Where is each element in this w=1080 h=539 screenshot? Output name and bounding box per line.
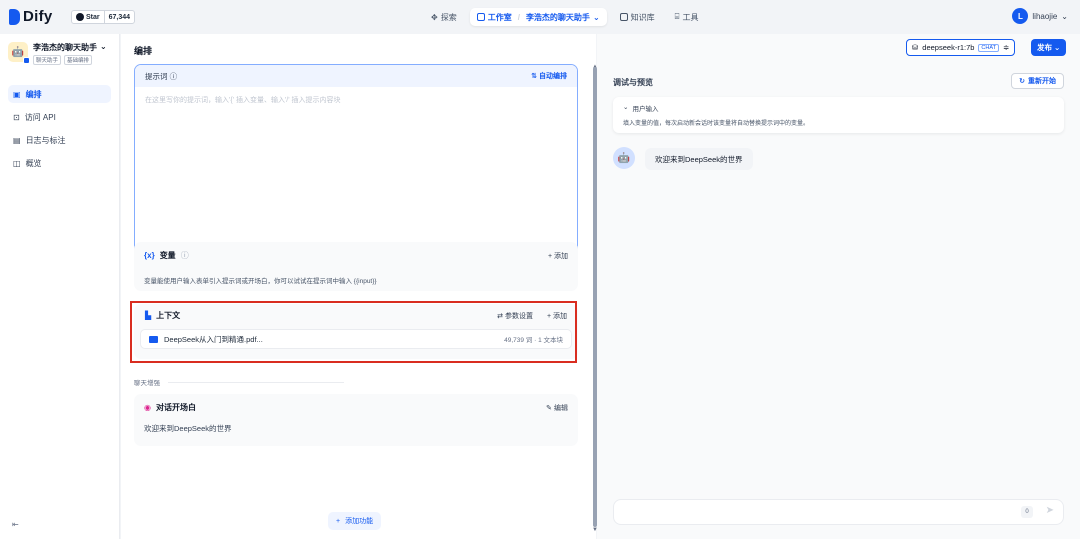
dashboard-icon: ◫ — [13, 158, 21, 168]
refresh-icon: ↻ — [1019, 78, 1025, 85]
sidebar-menu: ▣ 编排 ⊡ 访问 API ▤ 日志与标注 ◫ 概览 — [0, 85, 119, 172]
app-mode-tag: 基础编排 — [64, 55, 93, 65]
send-icon[interactable]: ➤ — [1046, 505, 1054, 516]
user-name: lihaojie — [1032, 11, 1058, 21]
nav-studio[interactable]: 工作室 / 李浩杰的聊天助手 ⌄ — [469, 8, 607, 26]
terminal-icon: ⊡ — [13, 112, 20, 122]
sidebar-item-overview[interactable]: ◫ 概览 — [8, 154, 111, 172]
divider — [168, 381, 344, 383]
bot-avatar: 🤖 — [613, 147, 635, 169]
pencil-icon: ✎ — [546, 404, 553, 412]
github-icon — [76, 13, 84, 21]
book-icon — [619, 13, 628, 21]
robot-model-icon: ⛁ — [912, 43, 919, 52]
github-star-button[interactable]: Star 67,344 — [71, 10, 136, 24]
opener-title: 对话开场白 — [155, 403, 196, 412]
prompt-label: 提示词 — [145, 71, 168, 81]
input-char-count: 0 — [1021, 506, 1033, 518]
breadcrumb-separator: / — [517, 12, 520, 22]
chat-badge-icon — [23, 57, 30, 64]
nav-tools[interactable]: ⌸ 工具 — [668, 8, 706, 26]
edit-opener-button[interactable]: ✎ 编辑 — [546, 403, 568, 413]
variables-panel: {x} 变量 ⓘ + 添加 变量能使用户输入表单引入提示词或开场白，你可以试试在提示… — [134, 242, 578, 291]
chevron-down-icon: ⌄ — [100, 42, 107, 51]
orchestrate-icon: ▣ — [13, 89, 21, 99]
sidebar: 🤖 李浩杰的聊天助手 ⌄ 聊天助手 基础编排 ▣ 编排 ⊡ 访问 API ▤ 日志… — [0, 34, 120, 539]
page-title: 编排 — [134, 46, 153, 56]
chat-mode-badge: CHAT — [978, 43, 999, 52]
add-feature-button[interactable]: + 添加功能 — [328, 512, 382, 530]
opener-panel: ◉ 对话开场白 ✎ 编辑 欢迎来到DeepSeek的世界 — [134, 394, 578, 446]
app-type-tag: 聊天助手 — [33, 55, 62, 65]
user-input-description: 填入变量的值，每次启动新会话时该变量将自动替换提示词中的变量。 — [623, 121, 810, 127]
chat-input[interactable]: 0 ➤ — [613, 499, 1064, 525]
publish-button[interactable]: 发布 ⌄ — [1031, 39, 1067, 56]
sidebar-item-logs[interactable]: ▤ 日志与标注 — [8, 131, 111, 149]
prompt-editor[interactable]: 提示词 ⓘ ⇅ 自动编排 在这里写你的提示词，输入'{' 插入变量、输入'/' … — [134, 64, 578, 264]
user-input-title: 用户输入 — [632, 106, 659, 113]
dify-logo[interactable]: Dify — [9, 8, 53, 25]
robot-app-icon: 🤖 — [8, 42, 30, 64]
logo-mark-icon — [9, 8, 20, 25]
sidebar-item-orchestrate[interactable]: ▣ 编排 — [8, 85, 111, 103]
toolbox-icon: ⌸ — [674, 12, 680, 21]
app-header[interactable]: 🤖 李浩杰的聊天助手 ⌄ 聊天助手 基础编排 — [0, 34, 119, 65]
variables-title: 变量 — [159, 251, 176, 260]
chat-bubble-icon: ◉ — [144, 403, 151, 412]
chevron-down-icon: ⌄ — [1054, 43, 1061, 52]
avatar: L — [1012, 8, 1029, 24]
prompt-placeholder[interactable]: 在这里写你的提示词，输入'{' 插入变量、输入'/' 插入提示内容块 — [135, 87, 577, 113]
orchestrate-panel: 编排 提示词 ⓘ ⇅ 自动编排 在这里写你的提示词，输入'{' 插入变量、输入'… — [121, 34, 598, 539]
sparkle-icon: ⇅ — [531, 73, 538, 80]
help-icon[interactable]: ⓘ — [170, 72, 178, 81]
chevron-down-icon[interactable]: ⌄ — [623, 103, 628, 113]
app-name: 李浩杰的聊天助手 — [33, 43, 97, 52]
auto-orchestrate-button[interactable]: ⇅ 自动编排 — [531, 71, 567, 81]
top-bar: Dify Star 67,344 ✥ 探索 工作室 / 李浩杰的聊天助手 ⌄ 知… — [0, 0, 1080, 34]
chevron-down-icon: ⌄ — [592, 12, 600, 22]
main-nav: ✥ 探索 工作室 / 李浩杰的聊天助手 ⌄ 知识库 ⌸ 工具 — [424, 8, 705, 26]
user-input-panel: ⌄ 用户输入 填入变量的值，每次启动新会话时该变量将自动替换提示词中的变量。 — [613, 97, 1064, 133]
plus-icon: + — [336, 517, 341, 525]
collapse-sidebar-icon[interactable]: ⇤ — [12, 520, 19, 529]
settings-sliders-icon: ≑ — [1003, 43, 1010, 52]
studio-icon — [476, 13, 485, 21]
preview-title: 调试与预览 — [613, 78, 653, 87]
sidebar-item-api[interactable]: ⊡ 访问 API — [8, 108, 111, 126]
variable-icon: {x} — [144, 251, 155, 260]
opener-text: 欢迎来到DeepSeek的世界 — [144, 424, 232, 433]
model-selector[interactable]: ⛁ deepseek-r1:7b CHAT ≑ — [906, 39, 1016, 56]
highlight-frame — [130, 301, 577, 363]
bot-message: 欢迎来到DeepSeek的世界 — [645, 148, 753, 170]
debug-preview-panel: 调试与预览 ↻ 重新开始 ⌄ 用户输入 填入变量的值，每次启动新会话时该变量将自动… — [597, 34, 1080, 539]
variables-description: 变量能使用户输入表单引入提示词或开场白，你可以试试在提示词中输入 {{input… — [144, 278, 377, 285]
chevron-down-icon: ⌄ — [1061, 11, 1068, 21]
nav-app-selector[interactable]: 李浩杰的聊天助手 — [526, 12, 590, 23]
add-variable-button[interactable]: + 添加 — [548, 251, 568, 261]
restart-button[interactable]: ↻ 重新开始 — [1011, 73, 1064, 89]
section-divider: 聊天增强 — [134, 377, 344, 387]
user-menu[interactable]: L lihaojie ⌄ — [1012, 8, 1068, 24]
chat-enhance-label: 聊天增强 — [134, 380, 160, 387]
nav-explore[interactable]: ✥ 探索 — [424, 8, 464, 26]
nav-knowledge[interactable]: 知识库 — [613, 8, 662, 26]
file-list-icon: ▤ — [13, 135, 21, 145]
star-count: 67,344 — [108, 13, 131, 21]
help-icon[interactable]: ⓘ — [181, 250, 189, 261]
compass-icon: ✥ — [431, 12, 438, 22]
